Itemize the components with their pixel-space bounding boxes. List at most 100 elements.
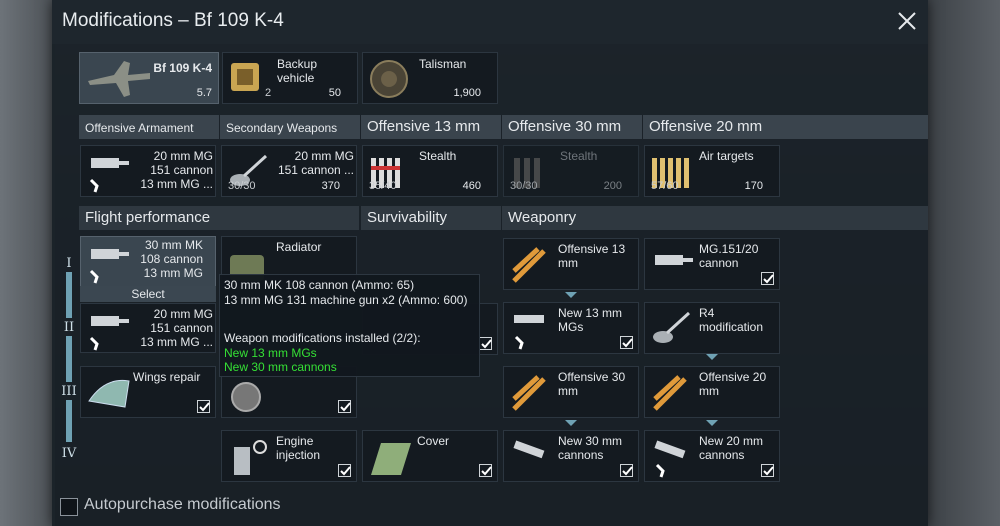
vehicle-br: 5.7 <box>196 87 212 99</box>
select-button[interactable]: Select <box>80 286 216 302</box>
tier-label: I <box>66 256 72 271</box>
autopurchase-label: Autopurchase modifications <box>84 496 281 513</box>
mod-card-mg151[interactable]: MG.151/20 cannon <box>644 238 780 290</box>
tier-connector <box>66 272 72 318</box>
mod-label: Offensive 13 mm <box>558 242 626 270</box>
card-line: 20 mm MG <box>153 149 213 163</box>
tooltip-line: Weapon modifications installed (2/2): <box>224 331 421 345</box>
card-line: 151 cannon <box>150 321 213 335</box>
mod-card-r4[interactable]: R4 modification <box>644 302 780 354</box>
check-icon[interactable] <box>761 464 774 477</box>
wrench-icon <box>514 315 544 350</box>
ammo-label: Stealth <box>419 149 457 163</box>
check-icon[interactable] <box>197 400 210 413</box>
mod-card-new-13mm[interactable]: New 13 mm MGs <box>503 302 639 354</box>
engine-icon <box>234 440 267 475</box>
check-icon[interactable] <box>620 464 633 477</box>
weapon-tooltip: 30 mm MK 108 cannon (Ammo: 65) 13 mm MG … <box>219 274 480 377</box>
tab-offensive-20mm[interactable]: Offensive 20 mm <box>643 115 928 139</box>
tooltip-installed: New 13 mm MGs <box>224 346 317 360</box>
chevron-down-icon <box>565 292 577 298</box>
wrench-icon <box>654 440 686 478</box>
tab-secondary-weapons[interactable]: Secondary Weapons <box>220 115 360 139</box>
modifications-window: Modifications – Bf 109 K-4 Bf 109 K-4 5.… <box>52 0 928 526</box>
tier-label: II <box>63 320 75 335</box>
backup-label: Backup vehicle <box>277 57 318 85</box>
tab-label: Offensive 20 mm <box>649 118 763 135</box>
card-line: 13 mm MG ... <box>140 335 213 349</box>
plane-icon <box>88 61 150 97</box>
talisman-card[interactable]: Talisman 1,900 <box>362 52 498 104</box>
wing-icon <box>88 379 130 408</box>
section-flight-performance: Flight performance <box>79 206 359 230</box>
chevron-down-icon <box>706 354 718 360</box>
cannon-icon <box>89 316 129 351</box>
mod-card-engine-injection[interactable]: Engine injection <box>221 430 357 482</box>
bullet-icon <box>653 375 687 411</box>
check-icon[interactable] <box>620 336 633 349</box>
mod-card-new-30mm[interactable]: New 30 mm cannons <box>503 430 639 482</box>
weapon-card-offensive-armament[interactable]: 20 mm MG 151 cannon 13 mm MG ... <box>80 145 216 197</box>
tab-offensive-13mm[interactable]: Offensive 13 mm <box>361 115 501 139</box>
bullet-icon <box>512 375 546 411</box>
tier-connector <box>66 336 72 382</box>
mod-label: Offensive 30 mm <box>558 370 626 398</box>
card-line: 20 mm MG <box>294 149 354 163</box>
ammo-count: 30/30 <box>510 180 538 192</box>
vehicle-card-bf109[interactable]: Bf 109 K-4 5.7 <box>79 52 219 104</box>
weapon-card-secondary[interactable]: 20 mm MG 151 cannon ... 30/30 370 <box>221 145 357 197</box>
title-bar: Modifications – Bf 109 K-4 <box>52 0 928 44</box>
talisman-cost: 1,900 <box>453 87 481 99</box>
backup-icon <box>231 63 259 91</box>
background-right <box>928 0 1000 526</box>
tab-offensive-30mm[interactable]: Offensive 30 mm <box>502 115 642 139</box>
cannon-icon <box>513 440 545 459</box>
mod-card-new-20mm[interactable]: New 20 mm cannons <box>644 430 780 482</box>
mod-card-offensive-20mm[interactable]: Offensive 20 mm <box>644 366 780 418</box>
mod-card-offensive-13mm[interactable]: Offensive 13 mm <box>503 238 639 290</box>
check-icon[interactable] <box>479 464 492 477</box>
mod-label: MG.151/20 cannon <box>699 242 759 270</box>
tab-label: Offensive 13 mm <box>367 118 481 135</box>
card-line: 108 cannon <box>140 252 203 266</box>
card-line: 30 mm MK <box>144 238 203 252</box>
card-line: 13 mm MG ... <box>140 177 213 191</box>
ammo-cost: 200 <box>603 180 622 192</box>
section-title: Survivability <box>367 209 448 226</box>
close-icon[interactable] <box>894 8 920 34</box>
check-icon[interactable] <box>338 464 351 477</box>
mod-card-offensive-30mm[interactable]: Offensive 30 mm <box>503 366 639 418</box>
tab-offensive-armament[interactable]: Offensive Armament <box>79 115 219 139</box>
section-title: Flight performance <box>85 209 211 226</box>
checkbox-box[interactable] <box>60 498 78 516</box>
rocket-icon <box>653 311 691 343</box>
weapon-card-stealth-30mm[interactable]: Stealth 30/30 200 <box>503 145 639 197</box>
talisman-icon <box>370 60 408 98</box>
window-title: Modifications – Bf 109 K-4 <box>62 10 284 31</box>
check-icon[interactable] <box>761 272 774 285</box>
check-icon[interactable] <box>479 337 492 350</box>
mod-card-wings-repair[interactable]: Wings repair <box>80 366 216 418</box>
check-icon[interactable] <box>338 400 351 413</box>
background-left <box>0 0 55 526</box>
engine-icon <box>231 382 261 412</box>
mod-label: New 13 mm MGs <box>558 306 623 334</box>
ammo-count: 35/40 <box>369 180 397 192</box>
tier-label: IV <box>61 446 77 461</box>
weapon-card-air-targets[interactable]: Air targets 57/60 170 <box>644 145 780 197</box>
section-title: Weaponry <box>508 209 577 226</box>
mod-label: New 30 mm cannons <box>558 434 623 462</box>
mod-label: Offensive 20 mm <box>699 370 767 398</box>
backup-vehicle-card[interactable]: Backup vehicle 2 50 <box>222 52 358 104</box>
weapon-card-stealth-13mm[interactable]: Stealth 35/40 460 <box>362 145 498 197</box>
cannon-icon <box>89 158 129 193</box>
cover-icon <box>371 443 411 475</box>
card-line: 151 cannon ... <box>277 163 354 177</box>
mod-label: Radiator <box>276 240 322 254</box>
preset-card-20mm[interactable]: 20 mm MG 151 cannon 13 mm MG ... <box>80 303 216 353</box>
mod-card-cover[interactable]: Cover <box>362 430 498 482</box>
mod-label: Engine injection <box>276 434 321 462</box>
preset-card-30mm[interactable]: 30 mm MK108 cannon13 mm MG ... <box>80 236 216 294</box>
section-survivability: Survivability <box>361 206 501 230</box>
tooltip-line: 30 mm MK 108 cannon (Ammo: 65) <box>224 278 415 292</box>
